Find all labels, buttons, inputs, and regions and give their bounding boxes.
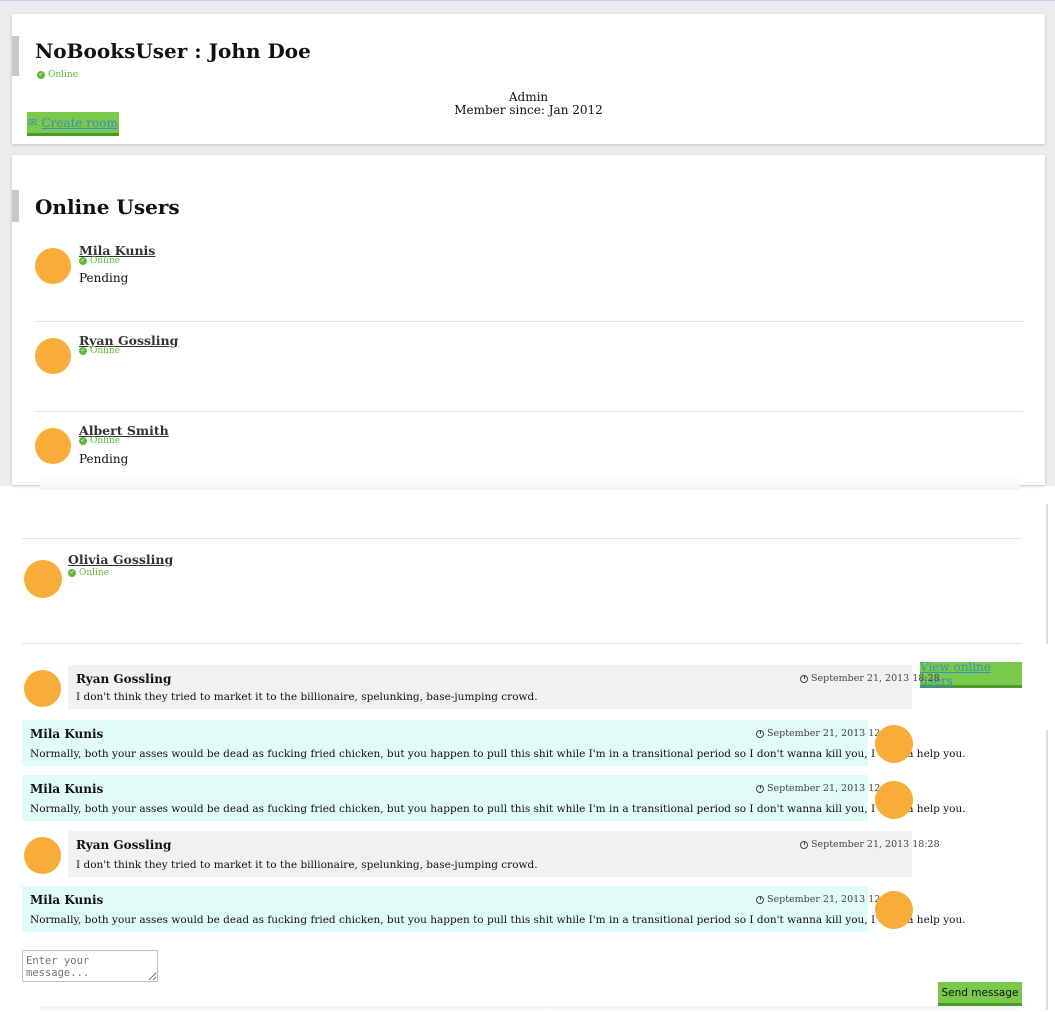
- chat-message-outgoing: Mila Kunis September 21, 2013 12:45 Norm…: [22, 775, 966, 821]
- message-sender: Ryan Gossling: [76, 672, 172, 686]
- online-users-accent-bar: [12, 190, 19, 222]
- avatar: [35, 248, 71, 284]
- avatar: [24, 560, 62, 598]
- profile-status-label: Online: [48, 70, 79, 80]
- title-accent-bar: [12, 36, 19, 76]
- message-time: September 21, 2013 18:28: [800, 839, 940, 850]
- chat-message-incoming: Ryan Gossling September 21, 2013 18:28 I…: [68, 831, 940, 877]
- user-divider: [35, 321, 1023, 322]
- create-room-button[interactable]: ✉ Create room: [27, 112, 119, 136]
- user-divider: [35, 411, 1023, 412]
- check-circle-icon: ✓: [68, 569, 76, 577]
- user-status-label: Online: [90, 256, 121, 266]
- send-message-button[interactable]: Send message: [938, 982, 1022, 1006]
- scroll-edge: [1046, 730, 1048, 1010]
- top-border: [0, 0, 1055, 8]
- avatar: [24, 670, 61, 707]
- profile-title: NoBooksUser : John Doe: [35, 39, 311, 63]
- profile-card: NoBooksUser : John Doe ✓ Online Admin Me…: [12, 14, 1045, 144]
- chat-message-outgoing: Mila Kunis September 21, 2013 12:45 Norm…: [22, 720, 966, 766]
- clock-icon: [756, 784, 764, 793]
- avatar: [875, 725, 913, 763]
- message-sender: Ryan Gossling: [76, 838, 172, 852]
- message-time-label: September 21, 2013 18:28: [811, 673, 940, 684]
- clock-icon: [800, 674, 808, 683]
- message-sender: Mila Kunis: [30, 782, 104, 796]
- avatar: [875, 781, 913, 819]
- message-text: I don't think they tried to market it to…: [76, 859, 538, 871]
- message-time-label: September 21, 2013 18:28: [811, 839, 940, 850]
- user-status-label: Online: [90, 436, 121, 446]
- avatar: [875, 891, 913, 929]
- profile-status: ✓ Online: [37, 70, 78, 80]
- message-sender: Mila Kunis: [30, 893, 104, 907]
- check-circle-icon: ✓: [79, 347, 87, 355]
- message-text: I don't think they tried to market it to…: [76, 691, 538, 703]
- member-since: Member since: Jan 2012: [454, 103, 603, 117]
- user-status: ✓ Online: [79, 346, 120, 356]
- avatar: [24, 837, 61, 874]
- create-room-label: Create room: [41, 115, 118, 130]
- clock-icon: [756, 895, 764, 904]
- user-status: ✓ Online: [68, 568, 109, 578]
- chat-message-outgoing: Mila Kunis September 21, 2013 12:45 Norm…: [22, 886, 966, 932]
- panel-shadow: [40, 476, 1020, 490]
- message-time: September 21, 2013 12:45: [756, 894, 896, 905]
- clock-icon: [756, 729, 764, 738]
- message-sender: Mila Kunis: [30, 727, 104, 741]
- chat-message-incoming: Ryan Gossling September 21, 2013 18:28 I…: [68, 665, 940, 709]
- user-status-label: Online: [79, 568, 110, 578]
- message-time: September 21, 2013 18:28: [800, 673, 940, 684]
- avatar: [35, 428, 71, 464]
- user-divider: [22, 538, 1022, 539]
- avatar: [35, 338, 71, 374]
- envelope-icon: ✉: [28, 116, 38, 129]
- check-circle-icon: ✓: [79, 257, 87, 265]
- message-text: Normally, both your asses would be dead …: [30, 803, 966, 815]
- message-text: Normally, both your asses would be dead …: [30, 914, 966, 926]
- user-status-label: Online: [90, 346, 121, 356]
- message-time: September 21, 2013 12:45: [756, 783, 896, 794]
- clock-icon: [800, 840, 808, 849]
- user-status: ✓ Online: [79, 256, 120, 266]
- scroll-edge: [1046, 504, 1048, 644]
- message-input[interactable]: [22, 950, 158, 982]
- check-circle-icon: ✓: [37, 71, 45, 79]
- message-text: Normally, both your asses would be dead …: [30, 748, 966, 760]
- check-circle-icon: ✓: [79, 437, 87, 445]
- panel-shadow: [40, 1006, 1020, 1012]
- user-pending-label: Pending: [79, 452, 129, 466]
- user-status: ✓ Online: [79, 436, 120, 446]
- user-divider: [22, 643, 1022, 644]
- online-users-title: Online Users: [35, 195, 180, 219]
- message-time: September 21, 2013 12:45: [756, 728, 896, 739]
- user-pending-label: Pending: [79, 271, 129, 285]
- user-name-link[interactable]: Olivia Gossling: [68, 552, 173, 567]
